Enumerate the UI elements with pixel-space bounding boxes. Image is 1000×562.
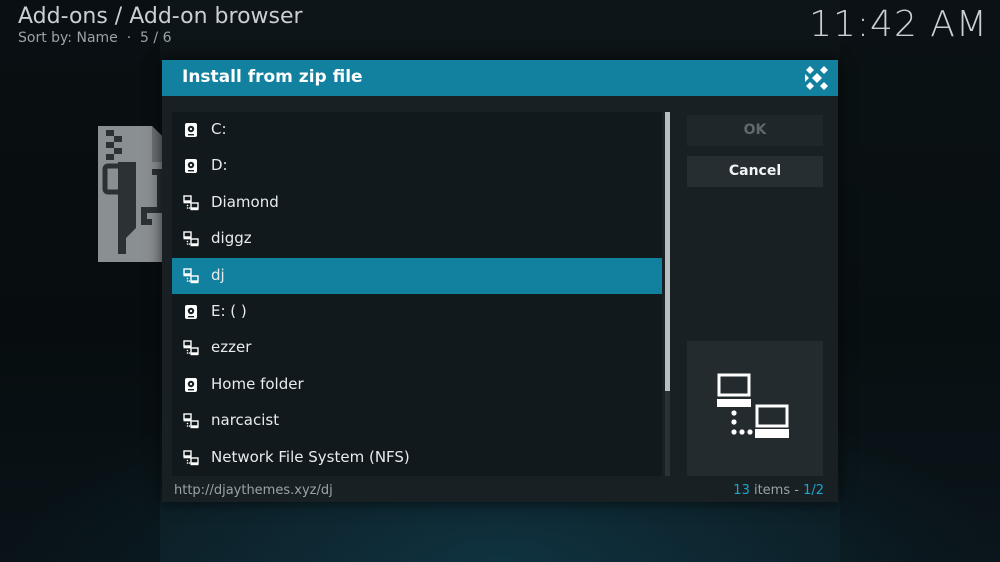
kodi-screen: Add-ons / Add-on browser Sort by: Name ·…: [0, 0, 1000, 562]
network-icon: [183, 267, 199, 284]
list-item-label: C:: [211, 120, 227, 138]
sort-label: Sort by: Name: [18, 30, 118, 46]
list-item[interactable]: dj: [172, 257, 662, 294]
network-icon: [183, 231, 199, 247]
list-position: 5 / 6: [140, 30, 172, 46]
dialog-title: Install from zip file: [182, 67, 363, 87]
background-shade-left: [0, 0, 160, 562]
hard-drive-icon: [183, 122, 199, 138]
cancel-button[interactable]: Cancel: [687, 156, 823, 187]
list-item[interactable]: D:: [172, 148, 662, 184]
list-item[interactable]: diggz: [172, 221, 662, 257]
list-item-label: E: ( ): [211, 302, 247, 320]
current-path: http://djaythemes.xyz/dj: [174, 483, 333, 498]
hard-drive-icon: [183, 377, 199, 393]
page-indicator: 1/2: [803, 483, 824, 498]
list-item-label: Home folder: [211, 374, 304, 393]
list-item-label: Diamond: [211, 192, 279, 211]
sort-separator: ·: [126, 30, 132, 46]
list-item[interactable]: Network File System (NFS): [172, 440, 662, 476]
background-shade-right: [840, 0, 1000, 562]
sort-info: Sort by: Name · 5 / 6: [18, 30, 171, 46]
network-icon: [183, 195, 199, 211]
network-preview: [687, 341, 823, 476]
network-icon: [183, 449, 199, 466]
list-item[interactable]: Home folder: [172, 367, 662, 403]
clock: 11:42 AM: [809, 4, 988, 45]
item-count-number: 13: [733, 483, 750, 498]
file-list[interactable]: C: D: Diamond diggz dj E: ( ) ezzer Home folder…: [172, 112, 662, 476]
scrollbar-thumb[interactable]: [665, 112, 670, 391]
item-count-label: items -: [749, 483, 804, 498]
list-item-label: narcacist: [211, 411, 280, 430]
list-item[interactable]: ezzer: [172, 330, 662, 366]
hard-drive-icon: [183, 158, 199, 174]
list-scrollbar[interactable]: [665, 112, 670, 476]
list-item[interactable]: Diamond: [172, 185, 662, 221]
list-item-label: ezzer: [211, 338, 252, 357]
list-item[interactable]: E: ( ): [172, 294, 662, 330]
ok-button[interactable]: OK: [687, 115, 823, 146]
list-item[interactable]: C:: [172, 112, 662, 148]
list-item-label: D:: [211, 156, 228, 175]
hard-drive-icon: [183, 304, 199, 320]
list-item-label: dj: [211, 265, 225, 284]
network-preview-icon: [717, 373, 789, 438]
window-title: Add-ons / Add-on browser: [18, 4, 303, 29]
network-icon: [183, 413, 199, 429]
network-icon: [183, 340, 199, 356]
list-item-label: Network File System (NFS): [211, 447, 410, 466]
dialog-header: Install from zip file: [162, 60, 838, 96]
kodi-logo-icon: [805, 66, 828, 90]
list-item-label: diggz: [211, 229, 252, 248]
list-item[interactable]: narcacist: [172, 403, 662, 439]
install-from-zip-dialog: Install from zip file C: D: Diamond diggz dj…: [162, 60, 838, 502]
item-count: 13 items - 1/2: [733, 483, 824, 498]
